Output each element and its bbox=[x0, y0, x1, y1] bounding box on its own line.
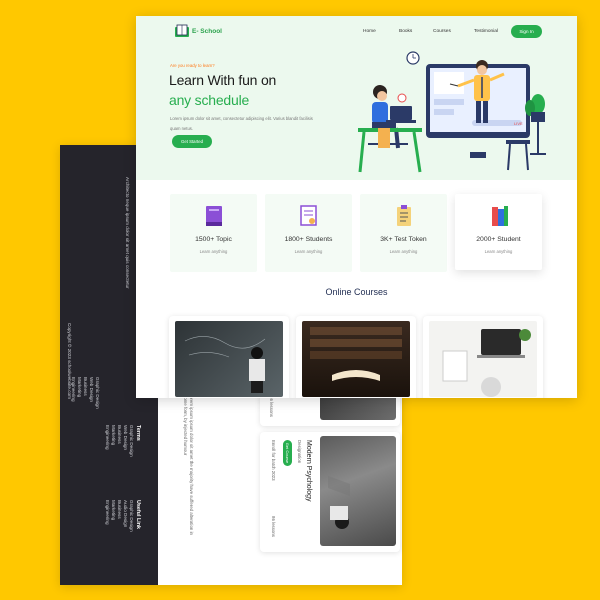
footer-link[interactable]: Marketing bbox=[76, 377, 82, 409]
footer-link[interactable]: Business bbox=[82, 377, 88, 409]
footer-link[interactable]: Engineering bbox=[104, 425, 110, 457]
website-screenshot: E- School Home Books Courses Testimonial… bbox=[136, 16, 577, 398]
stat-card-tests: 3K+ Test Token Learn anything bbox=[360, 194, 447, 272]
stat-value: 1500+ Topic bbox=[195, 236, 232, 243]
hero-title-line1: Learn With fun on bbox=[169, 72, 277, 88]
stat-card-topics: 1500+ Topic Learn anything bbox=[170, 194, 257, 272]
nav-home[interactable]: Home bbox=[363, 29, 376, 34]
course-image bbox=[429, 321, 537, 397]
hero-description: Lorem ipsum dolor sit amet, consectetur … bbox=[170, 116, 313, 131]
footer-link[interactable]: Marketing bbox=[110, 425, 116, 457]
stat-value: 3K+ Test Token bbox=[380, 236, 427, 243]
student-at-board-illustration bbox=[328, 476, 350, 529]
sign-in-button[interactable]: Sign In bbox=[511, 25, 542, 38]
logo[interactable]: E- School bbox=[174, 24, 222, 38]
stat-value: 1800+ Students bbox=[284, 236, 333, 243]
online-learning-illustration: LIVE bbox=[358, 44, 554, 174]
stat-subtitle: Learn anything bbox=[389, 249, 418, 254]
course-image bbox=[320, 436, 396, 546]
footer-link[interactable]: Business bbox=[116, 425, 122, 457]
footer-terms-heading: Terms bbox=[135, 425, 141, 441]
footer-link[interactable]: Engineering bbox=[70, 377, 76, 409]
book-logo-icon bbox=[174, 24, 189, 38]
footer-description: Architecto neque ipsum dolor sit amet qu… bbox=[125, 177, 130, 289]
stat-subtitle: Learn anything bbox=[199, 249, 228, 254]
nav-testimonial[interactable]: Testimonial bbox=[474, 29, 498, 34]
course-subtitle: Designation bbox=[297, 440, 302, 464]
get-started-button[interactable]: Get Started bbox=[172, 135, 212, 148]
clipboard-icon bbox=[393, 204, 415, 228]
certificate-icon bbox=[298, 204, 320, 228]
course-card[interactable] bbox=[423, 316, 543, 398]
footer-link[interactable]: Audio Design bbox=[122, 500, 128, 532]
footer-terms-column: Terms Graphic Design Web Design Business… bbox=[104, 425, 142, 457]
get-course-button[interactable]: Get Course bbox=[283, 440, 292, 466]
stat-value: 2000+ Student bbox=[476, 236, 521, 243]
svg-text:LIVE: LIVE bbox=[514, 121, 523, 126]
course-card[interactable] bbox=[169, 316, 289, 398]
section-title: Online Courses bbox=[325, 287, 388, 297]
hero-title-line2: any schedule bbox=[169, 92, 250, 108]
course-image bbox=[302, 321, 410, 397]
book-icon bbox=[203, 204, 225, 228]
course-image bbox=[175, 321, 283, 397]
stat-subtitle: Learn anything bbox=[294, 249, 323, 254]
stat-card-student: 2000+ Student Learn anything bbox=[455, 194, 542, 270]
hero-section: E- School Home Books Courses Testimonial… bbox=[136, 16, 577, 180]
books-stack-icon bbox=[488, 204, 510, 228]
course-title: Modern Psychology bbox=[305, 440, 312, 502]
back-course-card[interactable]: Modern Psychology Designation Get Course… bbox=[260, 432, 400, 552]
stat-subtitle: Learn anything bbox=[484, 249, 513, 254]
footer-link[interactable]: Graphic Design bbox=[128, 500, 134, 532]
course-lessons: 86 lessons bbox=[269, 396, 274, 417]
course-meta: Enroll for batch 2023 bbox=[271, 440, 276, 481]
footer-useful-heading: Useful Link bbox=[135, 500, 141, 530]
nav-courses[interactable]: Courses bbox=[433, 29, 451, 34]
footer-link[interactable]: Graphic Design bbox=[128, 425, 134, 457]
footer-useful-column: Useful Link Graphic Design Audio Design … bbox=[104, 500, 142, 532]
logo-text: E- School bbox=[192, 27, 222, 35]
hero-tagline: Are you ready to learn? bbox=[170, 63, 215, 68]
footer-link[interactable]: Graphic Design bbox=[94, 377, 100, 409]
footer-link[interactable]: Engineering bbox=[104, 500, 110, 532]
footer-link[interactable]: Marketing bbox=[110, 500, 116, 532]
footer-column-a: Graphic Design Web Design Business Marke… bbox=[70, 377, 100, 409]
stat-card-students: 1800+ Students Learn anything bbox=[265, 194, 352, 272]
course-lessons: 86 lessons bbox=[271, 516, 276, 537]
nav-books[interactable]: Books bbox=[399, 29, 412, 34]
course-card[interactable] bbox=[296, 316, 416, 398]
back-body-text: lorem ipsum ipsum dolor sit amet the maj… bbox=[183, 395, 194, 535]
